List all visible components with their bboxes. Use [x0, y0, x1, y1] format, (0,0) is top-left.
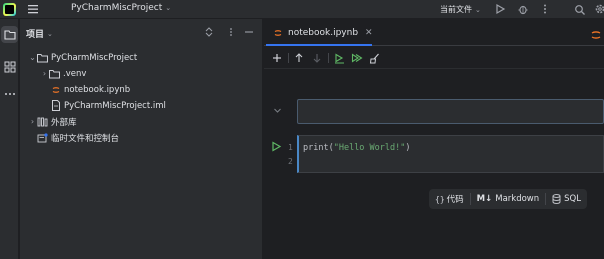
add-code-cell-label: 代码 — [446, 195, 464, 205]
run-cell-select-below-icon[interactable] — [332, 51, 346, 65]
move-cell-down-icon[interactable] — [310, 51, 324, 65]
line-number: 2 — [288, 157, 293, 166]
structure-tool-button[interactable] — [1, 58, 18, 75]
search-everywhere-icon[interactable] — [574, 4, 586, 16]
tree-item-notebook[interactable]: notebook.ipynb — [50, 82, 130, 97]
markdown-icon: M↓ — [476, 194, 493, 204]
add-code-cell-button[interactable]: {} 代码 — [429, 189, 470, 209]
scratches-console-icon — [37, 132, 48, 143]
project-switcher[interactable]: PyCharmMiscProject ⌄ — [71, 3, 171, 13]
clear-outputs-icon[interactable] — [367, 51, 381, 65]
notebook-cell-empty[interactable] — [297, 99, 604, 124]
tool-window-strip — [0, 19, 19, 259]
project-tool-button[interactable] — [1, 26, 18, 43]
chevron-down-icon: ⌄ — [47, 29, 53, 38]
tree-item-external-libs[interactable]: › 外部库 — [28, 114, 77, 129]
project-panel-title: 项目 — [26, 30, 45, 40]
code-line[interactable]: print("Hello World!") — [303, 143, 411, 153]
run-all-icon[interactable] — [350, 51, 364, 65]
chevron-right-icon: › — [30, 117, 35, 126]
tree-item-label: PyCharmMiscProject.iml — [64, 100, 166, 111]
more-tools-button[interactable] — [1, 85, 18, 102]
main-menu-icon[interactable] — [27, 3, 39, 15]
panel-options-icon[interactable] — [228, 27, 234, 37]
chevron-right-icon: › — [42, 69, 47, 78]
notebook-toolbar — [264, 47, 604, 69]
move-cell-up-icon[interactable] — [292, 51, 306, 65]
add-sql-cell-button[interactable]: SQL — [546, 189, 587, 209]
tree-item-label: notebook.ipynb — [64, 84, 131, 95]
tree-item-iml[interactable]: PyCharmMiscProject.iml — [50, 98, 166, 113]
tree-item-label: 外部库 — [51, 117, 77, 128]
expand-collapse-icon[interactable] — [204, 27, 214, 37]
hide-panel-icon[interactable] — [244, 27, 254, 37]
project-panel: 项目 ⌄ ⌄ PyCharmMiscProject › .venv notebo… — [20, 19, 263, 259]
toolbar-separator — [288, 53, 289, 63]
folder-icon — [37, 52, 48, 63]
jupyter-server-icon[interactable] — [590, 29, 602, 41]
jupyter-icon — [272, 28, 283, 39]
jupyter-icon — [50, 84, 61, 95]
add-cell-icon[interactable] — [270, 51, 284, 65]
folder-icon — [49, 68, 60, 79]
run-config-label: 当前文件 — [440, 5, 472, 14]
debug-icon[interactable] — [517, 3, 529, 15]
project-switcher-label: PyCharmMiscProject — [71, 3, 163, 13]
chevron-down-icon: ⌄ — [29, 53, 36, 62]
tree-item-label: 临时文件和控制台 — [51, 133, 120, 144]
add-cell-bar: {} 代码 M↓ Markdown SQL — [429, 189, 587, 209]
chevron-down-icon: ⌄ — [165, 4, 172, 12]
more-vertical-icon[interactable] — [541, 3, 549, 15]
more-horizontal-icon — [4, 92, 15, 95]
tab-notebook[interactable]: notebook.ipynb ✕ — [266, 20, 379, 46]
run-config-selector[interactable]: 当前文件 ⌄ — [440, 4, 481, 15]
library-icon — [37, 116, 48, 127]
code-braces-icon: {} — [435, 194, 445, 204]
module-file-icon — [50, 100, 61, 111]
toolbar-separator — [328, 53, 329, 63]
tree-item-label: PyCharmMiscProject — [51, 52, 138, 63]
tree-item-label: .venv — [63, 68, 87, 79]
notebook-code-cell[interactable]: print("Hello World!") — [297, 135, 604, 173]
project-panel-header[interactable]: 项目 ⌄ — [26, 27, 53, 41]
close-tab-icon[interactable]: ✕ — [365, 28, 373, 38]
add-markdown-cell-label: Markdown — [495, 194, 540, 204]
title-bar: PyCharmMiscProject ⌄ 当前文件 ⌄ — [0, 0, 604, 19]
app-logo-icon[interactable] — [3, 3, 16, 16]
add-markdown-cell-button[interactable]: M↓ Markdown — [471, 189, 546, 209]
settings-gear-icon[interactable] — [594, 3, 604, 15]
tab-label: notebook.ipynb — [288, 28, 359, 38]
chevron-down-icon: ⌄ — [475, 5, 481, 14]
tree-item-scratches[interactable]: 临时文件和控制台 — [37, 130, 119, 145]
run-cell-icon[interactable] — [271, 141, 282, 152]
structure-icon — [4, 61, 15, 72]
line-number: 1 — [288, 143, 293, 152]
database-icon — [552, 194, 561, 204]
add-sql-cell-label: SQL — [564, 194, 581, 204]
collapse-cell-chevron-icon[interactable] — [273, 106, 282, 115]
run-icon[interactable] — [494, 3, 506, 15]
tree-item-venv[interactable]: › .venv — [40, 66, 87, 81]
active-tab-indicator — [266, 44, 372, 46]
folder-icon — [3, 30, 16, 40]
tree-item-project-root[interactable]: ⌄ PyCharmMiscProject — [28, 50, 137, 65]
